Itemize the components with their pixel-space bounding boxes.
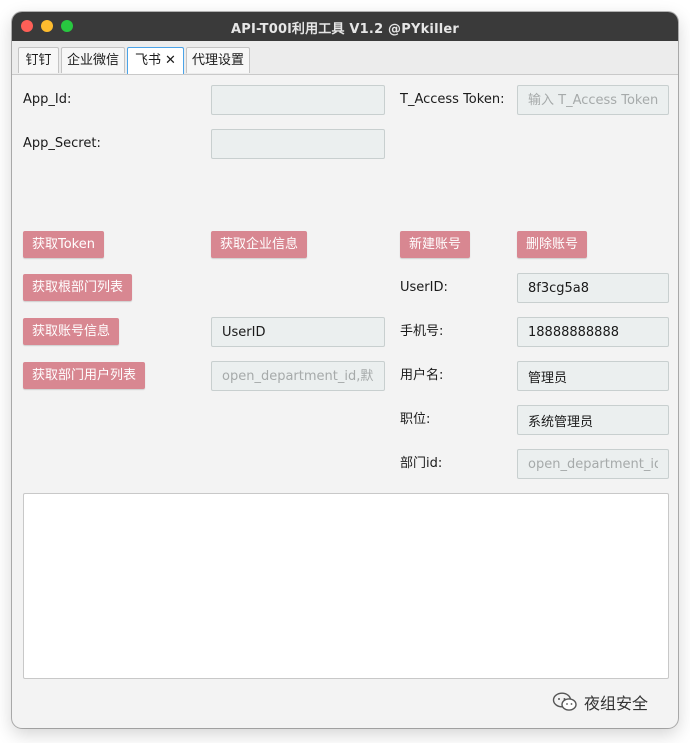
tab-dingtalk[interactable]: 钉钉	[18, 47, 59, 73]
watermark: 夜组安全	[552, 690, 648, 714]
tab-dingtalk-label: 钉钉	[25, 53, 52, 68]
get-token-button[interactable]: 获取Token	[23, 231, 104, 258]
delete-account-button[interactable]: 删除账号	[517, 231, 588, 258]
get-corp-info-button[interactable]: 获取企业信息	[211, 231, 308, 258]
mobile-input[interactable]	[517, 317, 669, 347]
tab-wecom[interactable]: 企业微信	[61, 47, 125, 73]
app-secret-input[interactable]	[211, 129, 385, 159]
watermark-text: 夜组安全	[584, 694, 649, 713]
tab-feishu[interactable]: 飞书 ✕	[127, 47, 184, 74]
app-secret-label: App_Secret:	[23, 136, 101, 151]
dept-id-input[interactable]	[517, 449, 669, 479]
create-account-button[interactable]: 新建账号	[400, 231, 471, 258]
get-account-info-button[interactable]: 获取账号信息	[23, 318, 120, 345]
mobile-label: 手机号:	[400, 324, 444, 339]
new-userid-input[interactable]	[517, 273, 669, 303]
username-input[interactable]	[517, 361, 669, 391]
window-title: API-T00l利用工具 V1.2 @PYkiller	[230, 22, 460, 37]
get-dept-user-list-button[interactable]: 获取部门用户列表	[23, 362, 146, 389]
tab-proxy-settings[interactable]: 代理设置	[186, 47, 250, 73]
tab-feishu-label: 飞书	[135, 53, 162, 68]
tab-wecom-label: 企业微信	[66, 53, 119, 68]
close-tab-icon[interactable]: ✕	[165, 53, 176, 68]
app-window: API-T00l利用工具 V1.2 @PYkiller 钉钉 企业微信 飞书 ✕ …	[12, 12, 678, 728]
username-label: 用户名:	[400, 368, 444, 383]
tab-proxy-settings-label: 代理设置	[191, 53, 244, 68]
position-label: 职位:	[400, 412, 431, 427]
tab-bar: 钉钉 企业微信 飞书 ✕ 代理设置	[12, 41, 678, 75]
access-token-input[interactable]	[517, 85, 669, 115]
app-id-input[interactable]	[211, 85, 385, 115]
output-textarea[interactable]	[23, 493, 669, 679]
query-userid-input[interactable]	[211, 317, 385, 347]
new-userid-label: UserID:	[400, 280, 448, 295]
app-id-label: App_Id:	[23, 92, 72, 107]
get-root-dept-list-button[interactable]: 获取根部门列表	[23, 274, 133, 301]
wechat-icon	[552, 692, 577, 711]
dept-id-label: 部门id:	[400, 456, 443, 471]
title-bar[interactable]: API-T00l利用工具 V1.2 @PYkiller	[12, 12, 678, 41]
position-input[interactable]	[517, 405, 669, 435]
query-dept-id-input[interactable]	[211, 361, 385, 391]
access-token-label: T_Access Token:	[400, 92, 505, 107]
